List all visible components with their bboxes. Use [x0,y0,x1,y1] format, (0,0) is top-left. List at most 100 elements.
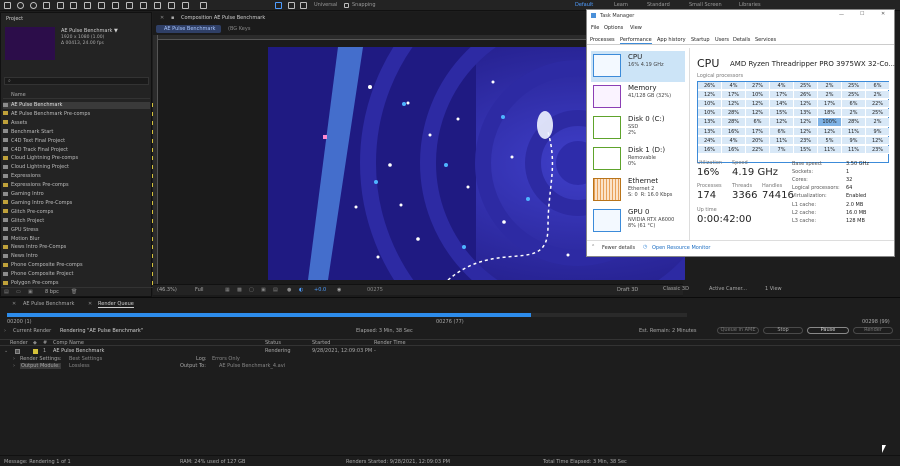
close-window-icon[interactable]: ✕ [881,11,885,17]
composition-title[interactable]: Composition AE Pulse Benchmark [181,15,265,21]
hand-tool-icon[interactable] [17,2,24,9]
tab-processes[interactable]: Processes [590,37,615,43]
camera-dropdown[interactable]: Active Camer... [709,286,747,292]
project-item[interactable]: Benchmark Start [3,129,156,136]
workspace-libraries[interactable]: Libraries [739,2,761,8]
project-item[interactable]: Expressions Pre-comps [3,182,156,189]
col-number[interactable]: # [43,340,47,346]
rq-close-icon[interactable]: ✕ [12,301,16,307]
tab-startup[interactable]: Startup [691,37,710,43]
output-module-value[interactable]: Lossless [69,363,90,369]
pen-tool-icon[interactable] [98,2,105,9]
project-item[interactable]: Phone Composite Project [3,271,156,278]
tm-titlebar[interactable]: Task Manager — ☐ ✕ [587,10,894,21]
bg-keys-tab[interactable]: (BG Keys [228,26,250,32]
snapping-checkbox[interactable] [344,3,349,8]
snapping-label[interactable]: Snapping [352,2,376,8]
exposure-icon[interactable]: ◐ [299,287,303,293]
label-color[interactable] [33,349,38,354]
resource-monitor-link[interactable]: Open Resource Monitor [652,245,710,251]
col-render-time[interactable]: Render Time [374,340,406,346]
current-timecode[interactable]: 00275 [367,287,383,293]
render-settings-expand-icon[interactable]: › [13,356,15,362]
interpret-footage-icon[interactable]: ▤ [4,289,9,295]
tab-app-history[interactable]: App history [657,37,686,43]
bpc-label[interactable]: 8 bpc [45,289,59,295]
3d-view-dropdown[interactable]: Classic 3D [663,286,689,292]
project-item[interactable]: Gaming Intro [3,191,156,198]
col-render[interactable]: Render [10,340,28,346]
col-status[interactable]: Status [265,340,281,346]
new-folder-icon[interactable]: ▭ [16,289,21,295]
tab-services[interactable]: Services [755,37,776,43]
project-item[interactable]: Assets [3,120,156,127]
output-to-value[interactable]: AE Pulse Benchmark_4.avi [219,363,285,369]
transparency-icon[interactable]: ▩ [237,287,242,293]
log-value[interactable]: Errors Only [212,356,240,362]
comp-title[interactable]: AE Pulse Benchmark ▼ [61,28,118,34]
zoom-tool-icon[interactable] [30,2,37,9]
resolution-dropdown[interactable]: Full [195,287,204,293]
type-tool-icon[interactable] [112,2,119,9]
output-module-expand-icon[interactable]: › [13,363,15,369]
clone-tool-icon[interactable] [140,2,147,9]
render-checkbox[interactable] [15,349,20,354]
expand-icon[interactable]: ⌄ [4,348,8,354]
workspace-standard[interactable]: Standard [647,2,670,8]
tab-performance[interactable]: Performance [620,37,652,44]
region-icon[interactable]: ▦ [225,287,230,293]
col-started[interactable]: Started [312,340,330,346]
guides-icon[interactable]: ▣ [261,287,266,293]
puppet-tool-icon[interactable] [182,2,189,9]
side-ethernet[interactable]: Ethernet Ethernet 2 S: 0 R: 16.0 Kbps [591,175,685,206]
tab-details[interactable]: Details [733,37,750,43]
tab-users[interactable]: Users [715,37,729,43]
selection-tool-icon[interactable] [275,2,282,9]
project-item[interactable]: AE Pulse Benchmark [3,102,156,109]
menu-file[interactable]: File [591,25,599,31]
project-item[interactable]: Motion Blur [3,236,156,243]
renderer-label[interactable]: Draft 3D [617,287,638,293]
project-search-input[interactable]: ⌕ [4,77,149,85]
side-disk0[interactable]: Disk 0 (C:) SSD 2% [591,113,685,144]
project-item[interactable]: News Intro Pre-Comps [3,244,156,251]
color-management-icon[interactable]: ● [287,287,291,293]
render-queue-tab[interactable]: Render Queue [98,301,134,308]
side-gpu[interactable]: GPU 0 NVIDIA RTX A6000 8% (61 °C) [591,206,685,237]
project-item[interactable]: Phone Composite Pre-comps [3,262,156,269]
col-comp-name[interactable]: Comp Name [53,340,84,346]
world-axis-icon[interactable] [300,2,307,9]
render-button[interactable]: Render [853,327,893,334]
home-icon[interactable] [4,2,11,9]
workspace-default[interactable]: Default [575,2,593,8]
roto-brush-icon[interactable] [168,2,175,9]
render-settings-value[interactable]: Best Settings [69,356,102,362]
eraser-tool-icon[interactable] [154,2,161,9]
view-layout-dropdown[interactable]: 1 View [765,286,782,292]
expand-arrow-icon[interactable]: › [4,328,6,334]
grid-icon[interactable]: ▤ [273,287,278,293]
workspace-small-screen[interactable]: Small Screen [689,2,722,8]
new-comp-icon[interactable]: ▣ [28,289,33,295]
project-item[interactable]: GPU Stress [3,227,156,234]
universal-label[interactable]: Universal [314,2,337,8]
close-icon[interactable]: ✕ [160,15,164,21]
project-item[interactable]: Polygon Pre-comps [3,280,156,287]
project-item[interactable]: C4D Text Final Project [3,138,156,145]
project-item[interactable]: Glitch Project [3,218,156,225]
snapshot-icon[interactable]: ◉ [337,287,341,293]
exposure-value[interactable]: +0.0 [314,287,326,293]
menu-view[interactable]: View [630,25,642,31]
queue-in-ame-button[interactable]: Queue in AME [717,327,759,334]
rotate-tool-icon[interactable] [43,2,50,9]
zoom-dropdown[interactable]: (46.3%) [157,287,177,293]
project-tab[interactable]: Project [6,16,23,22]
rq-item-row[interactable]: ⌄ 1 AE Pulse Benchmark Rendering 9/28/20… [0,348,900,355]
rq-close-icon-2[interactable]: ✕ [88,301,92,307]
comp-tab-active[interactable]: AE Pulse Benchmark [156,25,221,33]
project-item[interactable]: Glitch Pre-comps [3,209,156,216]
mask-visibility-icon[interactable]: ▢ [249,287,254,293]
fewer-details-link[interactable]: Fewer details [602,245,635,251]
project-item[interactable]: C4D Track Final Project [3,147,156,154]
project-item[interactable]: Gaming Intro Pre-Comps [3,200,156,207]
